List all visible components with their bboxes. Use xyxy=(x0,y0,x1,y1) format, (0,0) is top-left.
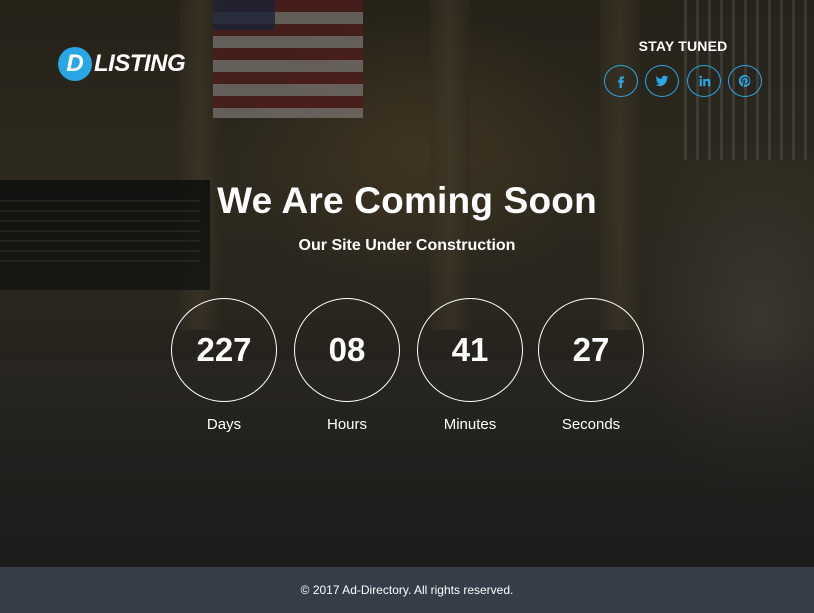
page-subtitle: Our Site Under Construction xyxy=(298,237,516,254)
countdown-hours-value: 08 xyxy=(294,298,400,402)
page-title: We Are Coming Soon xyxy=(217,180,597,221)
twitter-link[interactable] xyxy=(645,65,680,97)
site-logo[interactable]: D LISTING xyxy=(58,47,186,81)
countdown-minutes-value: 41 xyxy=(417,298,523,402)
countdown-seconds: 27 Seconds xyxy=(538,298,644,433)
countdown-seconds-value: 27 xyxy=(538,298,644,402)
pinterest-link[interactable] xyxy=(727,65,762,97)
social-links xyxy=(604,65,762,97)
logo-text: LISTING xyxy=(94,50,186,77)
logo-badge-icon: D xyxy=(58,47,92,81)
countdown-days-label: Days xyxy=(206,416,242,433)
stay-tuned-section: STAY TUNED xyxy=(604,38,762,97)
facebook-link[interactable] xyxy=(604,65,638,97)
stay-tuned-title: STAY TUNED xyxy=(638,38,728,54)
countdown-hours: 08 Hours xyxy=(294,298,400,433)
linkedin-icon xyxy=(699,75,710,87)
linkedin-link[interactable] xyxy=(686,65,721,97)
copyright-text: © 2017 Ad-Directory. All rights reserved… xyxy=(300,583,514,597)
countdown-seconds-label: Seconds xyxy=(561,416,621,433)
page-footer: © 2017 Ad-Directory. All rights reserved… xyxy=(0,567,814,613)
countdown-minutes: 41 Minutes xyxy=(417,298,523,433)
countdown-minutes-label: Minutes xyxy=(443,416,497,433)
countdown-timer: 227 Days 08 Hours 41 Minutes 27 Seconds xyxy=(0,298,814,438)
countdown-days: 227 Days xyxy=(171,298,277,433)
countdown-days-value: 227 xyxy=(171,298,277,402)
countdown-hours-label: Hours xyxy=(326,416,367,433)
twitter-icon xyxy=(655,75,669,87)
facebook-icon xyxy=(618,76,624,88)
pinterest-icon xyxy=(738,74,751,88)
